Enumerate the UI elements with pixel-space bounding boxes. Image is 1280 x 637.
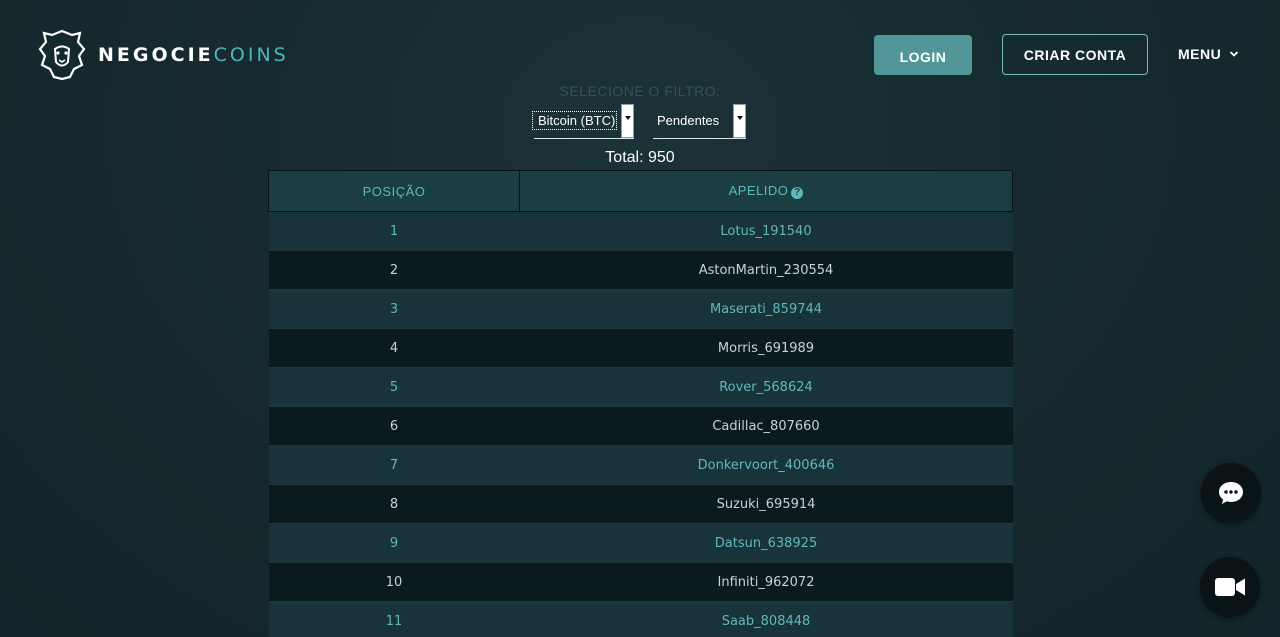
nickname-cell: AstonMartin_230554 [519, 250, 1013, 290]
create-account-button[interactable]: CRIAR CONTA [1002, 34, 1148, 75]
position-cell: 3 [268, 289, 520, 329]
position-cell: 6 [268, 406, 520, 446]
column-header-position[interactable]: POSIÇÃO [268, 170, 520, 212]
coin-select-value: Bitcoin (BTC) [531, 111, 618, 130]
chat-button[interactable] [1201, 463, 1261, 523]
filter-label: SELECIONE O FILTRO: [559, 83, 721, 99]
nickname-cell: Suzuki_695914 [519, 484, 1013, 524]
nickname-cell: Morris_691989 [519, 328, 1013, 368]
position-cell: 5 [268, 367, 520, 407]
position-cell: 11 [268, 601, 520, 637]
position-cell: 2 [268, 250, 520, 290]
menu-label: MENU [1178, 46, 1222, 62]
nickname-cell: Datsun_638925 [519, 523, 1013, 563]
nickname-cell: Cadillac_807660 [519, 406, 1013, 446]
menu-dropdown[interactable]: MENU [1178, 44, 1239, 64]
video-camera-icon [1215, 578, 1245, 596]
chat-bubble-icon [1219, 482, 1243, 504]
coin-select-arrow-icon[interactable] [621, 104, 634, 138]
table-row: 10 Infiniti_962072 [268, 562, 1013, 602]
nickname-cell: Donkervoort_400646 [519, 445, 1013, 485]
nickname-cell: Rover_568624 [519, 367, 1013, 407]
position-cell: 7 [268, 445, 520, 485]
login-button[interactable]: LOGIN [874, 35, 972, 75]
position-cell: 1 [268, 211, 520, 251]
table-header-row: POSIÇÃO APELIDO? [268, 170, 1013, 212]
position-cell: 4 [268, 328, 520, 368]
brand-name: NEGOCIECOINS [98, 44, 289, 66]
position-cell: 9 [268, 523, 520, 563]
chevron-down-icon [1230, 51, 1239, 57]
lion-icon [38, 29, 86, 81]
status-select-arrow-icon[interactable] [733, 104, 746, 138]
table-row: 2 AstonMartin_230554 [268, 250, 1013, 290]
status-select[interactable]: Pendentes [653, 103, 746, 139]
table-row: 8 Suzuki_695914 [268, 484, 1013, 524]
brand-name-part2: COINS [213, 44, 289, 66]
table-row: 5 Rover_568624 [268, 367, 1013, 407]
coin-select[interactable]: Bitcoin (BTC) [531, 103, 634, 139]
video-call-button[interactable] [1200, 557, 1260, 617]
total-count: Total: 950 [605, 149, 675, 166]
position-cell: 8 [268, 484, 520, 524]
table-row: 11 Saab_808448 [268, 601, 1013, 637]
status-select-value: Pendentes [657, 113, 720, 128]
brand-name-part1: NEGOCIE [98, 44, 214, 66]
table-row: 4 Morris_691989 [268, 328, 1013, 368]
table-row: 1 Lotus_191540 [268, 211, 1013, 251]
ranking-table-body: 1 Lotus_191540 2 AstonMartin_230554 3 Maserat… [268, 211, 1013, 637]
column-header-nickname-label: APELIDO [728, 183, 789, 198]
position-cell: 10 [268, 562, 520, 602]
help-icon[interactable]: ? [791, 187, 804, 199]
table-row: 6 Cadillac_807660 [268, 406, 1013, 446]
nickname-cell: Infiniti_962072 [519, 562, 1013, 602]
table-row: 9 Datsun_638925 [268, 523, 1013, 563]
table-row: 7 Donkervoort_400646 [268, 445, 1013, 485]
nickname-cell: Maserati_859744 [519, 289, 1013, 329]
brand-logo[interactable]: NEGOCIECOINS [38, 28, 289, 82]
nickname-cell: Saab_808448 [519, 601, 1013, 637]
nickname-cell: Lotus_191540 [519, 211, 1013, 251]
column-header-nickname[interactable]: APELIDO? [519, 170, 1013, 212]
ranking-table: POSIÇÃO APELIDO? 1 Lotus_191540 2 AstonMart… [268, 170, 1013, 637]
table-row: 3 Maserati_859744 [268, 289, 1013, 329]
